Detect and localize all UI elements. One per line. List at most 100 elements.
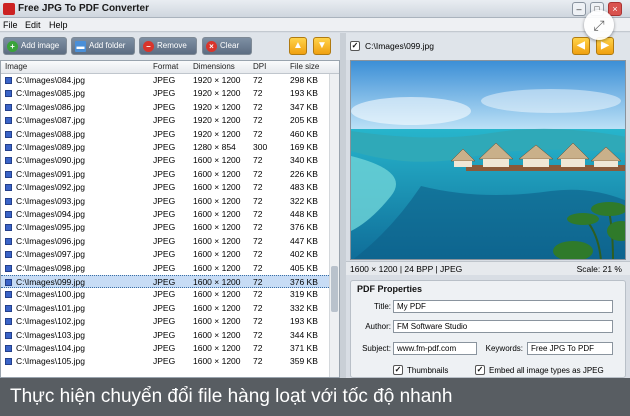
arrow-right-icon: ▶ (601, 40, 609, 51)
image-preview (350, 60, 626, 260)
file-name-cell: C:\Images\101.jpg (16, 302, 85, 313)
remove-button[interactable]: – Remove (139, 37, 197, 55)
menu-file[interactable]: File (3, 20, 18, 30)
column-file-size[interactable]: File size (290, 62, 319, 71)
minimize-button[interactable]: – (572, 2, 586, 16)
add-folder-label: Add folder (89, 41, 126, 50)
pane-splitter[interactable] (340, 33, 346, 378)
dimensions-cell: 1600 × 1200 (193, 316, 241, 327)
image-file-icon (5, 170, 12, 178)
table-row[interactable]: C:\Images\098.jpg JPEG 1600 × 1200 72 405 KB (1, 262, 329, 275)
image-file-icon (5, 304, 12, 312)
table-row[interactable]: C:\Images\091.jpg JPEG 1600 × 1200 72 226 KB (1, 168, 329, 181)
dpi-cell: 72 (253, 356, 263, 367)
table-row[interactable]: C:\Images\088.jpg JPEG 1920 × 1200 72 460 KB (1, 128, 329, 141)
file-name-cell: C:\Images\085.jpg (16, 88, 85, 99)
keywords-field[interactable]: Free JPG To PDF (527, 342, 613, 355)
dpi-cell: 72 (253, 249, 263, 260)
thumbnails-checkbox[interactable]: ✓ (393, 365, 403, 375)
close-button[interactable]: × (608, 2, 622, 16)
file-name-cell: C:\Images\092.jpg (16, 182, 85, 193)
image-file-icon (5, 358, 12, 366)
file-size-cell: 205 KB (290, 115, 318, 126)
dpi-cell: 72 (253, 235, 263, 246)
scrollbar-thumb[interactable] (331, 266, 338, 312)
dpi-cell: 72 (253, 195, 263, 206)
file-name-cell: C:\Images\088.jpg (16, 128, 85, 139)
arrow-left-icon: ◀ (577, 40, 585, 51)
image-file-icon (5, 237, 12, 245)
embed-jpeg-checkbox[interactable]: ✓ (475, 365, 485, 375)
format-cell: JPEG (153, 115, 176, 126)
preview-toolbar: ✓ C:\Images\099.jpg ◀ ▶ (346, 33, 630, 60)
image-file-icon (5, 211, 12, 218)
file-size-cell: 193 KB (290, 316, 318, 327)
format-cell: JPEG (153, 195, 176, 206)
window-title: Free JPG To PDF Converter (18, 3, 149, 14)
move-up-button[interactable]: ▲ (289, 37, 307, 55)
file-list-scrollbar[interactable] (329, 74, 339, 377)
file-list[interactable]: Image Format Dimensions DPI File size C:… (0, 60, 340, 378)
table-row[interactable]: C:\Images\089.jpg JPEG 1280 × 854 300 169 KB (1, 141, 329, 154)
dimensions-cell: 1600 × 1200 (193, 249, 241, 260)
plus-icon: + (7, 41, 18, 52)
dimensions-cell: 1280 × 854 (193, 142, 236, 152)
author-field[interactable]: FM Software Studio (393, 320, 613, 333)
table-row[interactable]: C:\Images\096.jpg JPEG 1600 × 1200 72 447 KB (1, 235, 329, 248)
table-row[interactable]: C:\Images\105.jpg JPEG 1600 × 1200 72 359 KB (1, 355, 329, 368)
table-row[interactable]: C:\Images\097.jpg JPEG 1600 × 1200 72 402 KB (1, 248, 329, 261)
file-name-cell: C:\Images\104.jpg (16, 343, 85, 353)
table-row[interactable]: C:\Images\092.jpg JPEG 1600 × 1200 72 483 KB (1, 181, 329, 194)
column-image[interactable]: Image (5, 62, 27, 71)
table-row[interactable]: C:\Images\085.jpg JPEG 1920 × 1200 72 193 KB (1, 87, 329, 100)
format-cell: JPEG (153, 343, 176, 353)
expand-button[interactable]: ⤢ (584, 10, 614, 40)
add-image-button[interactable]: + Add image (3, 37, 67, 55)
dpi-cell: 300 (253, 142, 268, 152)
table-row[interactable]: C:\Images\100.jpg JPEG 1600 × 1200 72 319 KB (1, 288, 329, 301)
table-row[interactable]: C:\Images\101.jpg JPEG 1600 × 1200 72 332 KB (1, 302, 329, 315)
column-format[interactable]: Format (153, 62, 178, 71)
title-field[interactable]: My PDF (393, 300, 613, 313)
table-row[interactable]: C:\Images\084.jpg JPEG 1920 × 1200 72 298 KB (1, 74, 329, 87)
table-row[interactable]: C:\Images\090.jpg JPEG 1600 × 1200 72 340 KB (1, 154, 329, 167)
table-row[interactable]: C:\Images\104.jpg JPEG 1600 × 1200 72 371 KB (1, 342, 329, 355)
table-row[interactable]: C:\Images\086.jpg JPEG 1920 × 1200 72 347 KB (1, 101, 329, 114)
table-row[interactable]: C:\Images\087.jpg JPEG 1920 × 1200 72 205 KB (1, 114, 329, 127)
table-row[interactable]: C:\Images\103.jpg JPEG 1600 × 1200 72 344 KB (1, 329, 329, 342)
table-row[interactable]: C:\Images\094.jpg JPEG 1600 × 1200 72 448 KB (1, 208, 329, 221)
dpi-cell: 72 (253, 329, 263, 340)
thumbnails-label: Thumbnails (407, 366, 449, 375)
file-size-cell: 460 KB (290, 128, 318, 139)
previous-image-button[interactable]: ◀ (572, 37, 590, 55)
image-file-icon (5, 197, 12, 205)
dpi-cell: 72 (253, 289, 263, 300)
dimensions-cell: 1920 × 1200 (193, 75, 241, 85)
move-down-button[interactable]: ▼ (313, 37, 331, 55)
table-row[interactable]: C:\Images\093.jpg JPEG 1600 × 1200 72 322 KB (1, 195, 329, 208)
table-row[interactable]: C:\Images\102.jpg JPEG 1600 × 1200 72 193 KB (1, 315, 329, 328)
column-dimensions[interactable]: Dimensions (193, 62, 235, 71)
preview-image (351, 61, 625, 259)
subject-field[interactable]: www.fm-pdf.com (393, 342, 477, 355)
file-size-cell: 322 KB (290, 195, 318, 206)
preview-checkbox[interactable]: ✓ (350, 41, 360, 51)
table-row[interactable]: C:\Images\095.jpg JPEG 1600 × 1200 72 376 KB (1, 221, 329, 234)
image-file-icon (5, 77, 12, 84)
add-folder-button[interactable]: ▬ Add folder (71, 37, 135, 55)
menu-help[interactable]: Help (49, 20, 68, 30)
format-cell: JPEG (153, 182, 176, 193)
file-name-cell: C:\Images\091.jpg (16, 168, 85, 179)
arrow-up-icon: ▲ (293, 40, 303, 51)
minus-icon: – (143, 41, 154, 52)
dpi-cell: 72 (253, 182, 263, 193)
menu-edit[interactable]: Edit (25, 20, 41, 30)
file-name-cell: C:\Images\084.jpg (16, 75, 85, 85)
dpi-cell: 72 (253, 88, 263, 99)
dpi-cell: 72 (253, 316, 263, 327)
table-row[interactable]: C:\Images\099.jpg JPEG 1600 × 1200 72 376 KB (1, 275, 329, 289)
file-name-cell: C:\Images\087.jpg (16, 115, 85, 126)
pdf-properties-title: PDF Properties (357, 284, 423, 294)
column-dpi[interactable]: DPI (253, 62, 266, 71)
clear-button[interactable]: × Clear (202, 37, 252, 55)
